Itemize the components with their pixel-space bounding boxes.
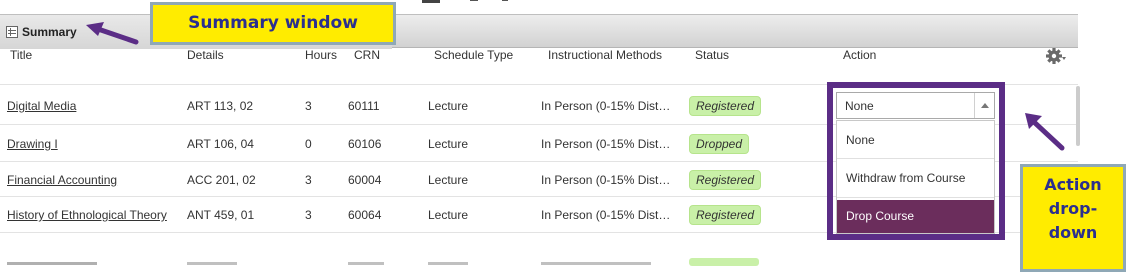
course-instructional-method: In Person (0-15% Dist… [541,208,671,222]
status-badge: Registered [689,96,762,116]
cropped-toolbar-control [502,0,508,1]
gear-icon[interactable] [1045,47,1067,65]
course-details: ART 106, 04 [187,137,254,151]
column-header-instructional-methods[interactable]: Instructional Methods [548,48,662,62]
table-icon [6,26,18,38]
summary-label: Summary [22,25,77,39]
course-title-link[interactable]: Digital Media [7,99,76,113]
column-header-action[interactable]: Action [843,48,876,62]
cropped-row-text [541,262,651,265]
column-header-schedule-type[interactable]: Schedule Type [434,48,513,62]
cropped-row-text [348,262,384,265]
cropped-status-badge [689,258,759,266]
course-schedule-type: Lecture [428,173,469,187]
column-header-details[interactable]: Details [187,48,224,62]
course-hours: 3 [305,99,312,113]
cropped-row-text [187,262,237,265]
course-instructional-method: In Person (0-15% Dist… [541,99,671,113]
cropped-row-text [428,262,468,265]
callout-line: drop- [1048,199,1098,218]
status-badge: Dropped [689,134,750,154]
action-dropdown-callout: Action drop- down [1020,164,1126,272]
course-title-link[interactable]: Financial Accounting [7,173,117,187]
course-instructional-method: In Person (0-15% Dist… [541,173,671,187]
column-header-crn[interactable]: CRN [354,48,380,62]
column-header-status[interactable]: Status [695,48,729,62]
status-badge: Registered [689,205,762,225]
scrollbar[interactable] [1076,86,1080,146]
course-hours: 3 [305,208,312,222]
course-hours: 0 [305,137,312,151]
cropped-row-text [7,262,97,265]
column-header-title[interactable]: Title [10,48,32,62]
course-crn: 60004 [348,173,382,187]
course-crn: 60064 [348,208,382,222]
course-title-link[interactable]: History of Ethnological Theory [7,208,167,222]
course-details: ANT 459, 01 [187,208,255,222]
course-details: ACC 201, 02 [187,173,256,187]
course-details: ART 113, 02 [187,99,254,113]
course-schedule-type: Lecture [428,137,469,151]
course-instructional-method: In Person (0-15% Dist… [541,137,671,151]
callout-line: Action [1044,175,1102,194]
column-header-hours[interactable]: Hours [305,48,337,62]
course-crn: 60111 [348,99,380,113]
course-schedule-type: Lecture [428,208,469,222]
course-crn: 60106 [348,137,382,151]
callout-line: down [1048,223,1098,242]
course-title-link[interactable]: Drawing I [7,137,58,151]
status-badge: Registered [689,170,762,190]
cropped-toolbar-control [470,0,478,1]
action-highlight-box [827,82,1005,240]
course-hours: 3 [305,173,312,187]
summary-window-callout: Summary window [150,2,396,45]
cropped-toolbar-control [422,0,440,3]
course-schedule-type: Lecture [428,99,469,113]
arrow-icon [1025,113,1065,151]
arrow-icon [86,22,139,45]
